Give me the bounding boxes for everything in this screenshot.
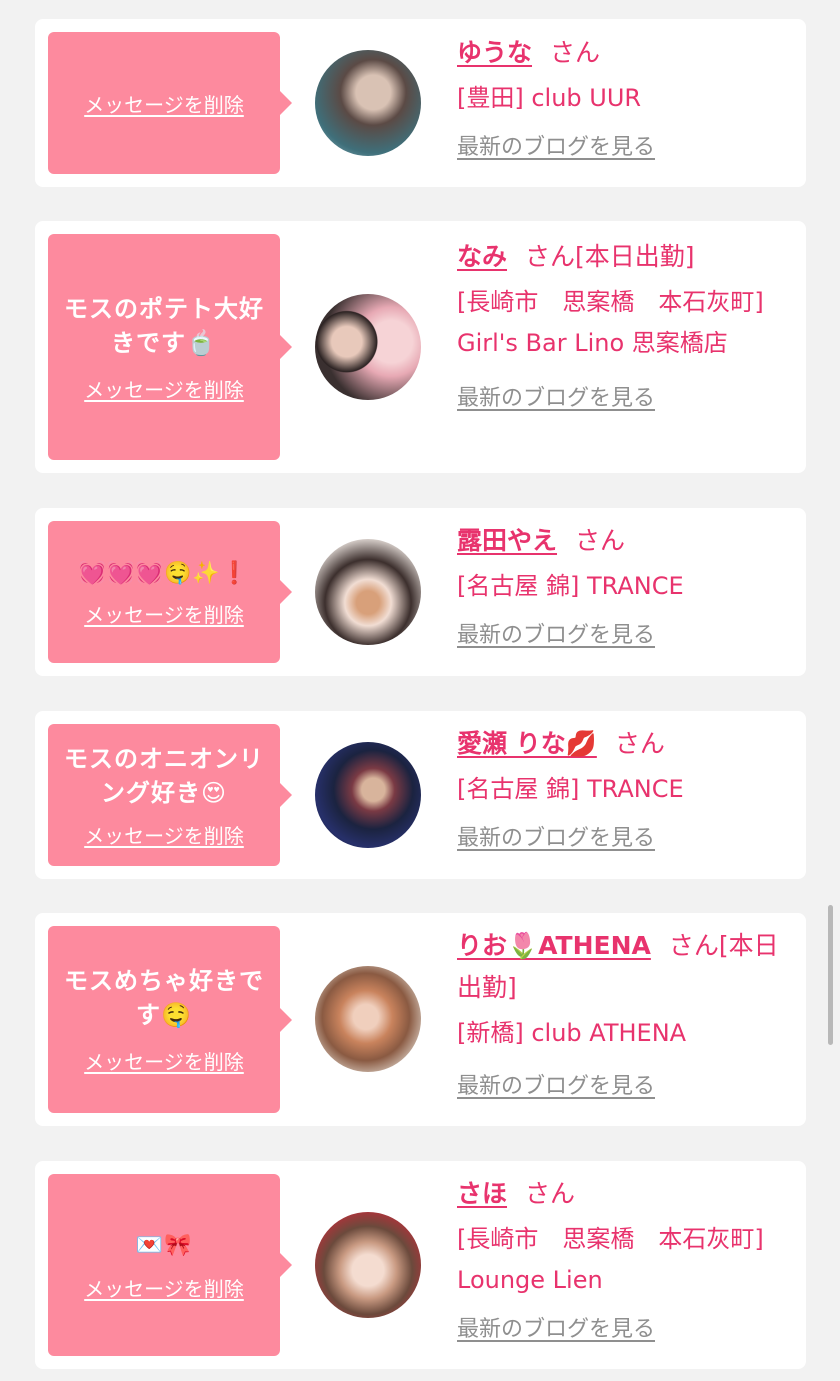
delete-message-link[interactable]: メッセージを削除 bbox=[84, 1046, 244, 1075]
avatar[interactable] bbox=[315, 294, 421, 400]
latest-blog-link[interactable]: 最新のブログを見る bbox=[457, 380, 655, 412]
delete-message-link[interactable]: メッセージを削除 bbox=[84, 820, 244, 849]
favorite-card: モスめちゃ好きです🤤 メッセージを削除 りお🌷ATHENA さん[本日出勤] [新… bbox=[35, 913, 806, 1126]
cast-name-link[interactable]: 愛瀬 りな💋 bbox=[457, 729, 597, 758]
shop-name: [長崎市 思案橋 本石灰町] Lounge Lien bbox=[457, 1225, 764, 1294]
avatar[interactable] bbox=[315, 742, 421, 848]
cast-name-link[interactable]: 露田やえ bbox=[457, 526, 557, 555]
avatar[interactable] bbox=[315, 966, 421, 1072]
honorific: さん bbox=[614, 729, 665, 758]
honorific: さん bbox=[525, 242, 576, 271]
shop-name: [新橋] club ATHENA bbox=[457, 1019, 687, 1047]
cast-name-link[interactable]: さほ bbox=[457, 1179, 507, 1208]
shop-name: [長崎市 思案橋 本石灰町] Girl's Bar Lino 思案橋店 bbox=[457, 288, 764, 357]
message-bubble: メッセージを削除 bbox=[48, 32, 292, 174]
cast-info: ゆうな さん [豊田] club UUR 最新のブログを見る bbox=[457, 32, 787, 161]
message-text: モスのポテト大好きです🍵 bbox=[64, 294, 264, 357]
message-bubble: 💓💓💓🤤✨❗ メッセージを削除 bbox=[48, 521, 292, 663]
favorite-card: 💓💓💓🤤✨❗ メッセージを削除 露田やえ さん [名古屋 錦] TRANCE 最新… bbox=[35, 508, 806, 676]
cast-info: 露田やえ さん [名古屋 錦] TRANCE 最新のブログを見る bbox=[457, 520, 787, 649]
latest-blog-link[interactable]: 最新のブログを見る bbox=[457, 820, 655, 852]
message-bubble: 💌🎀 メッセージを削除 bbox=[48, 1174, 292, 1356]
delete-message-link[interactable]: メッセージを削除 bbox=[84, 89, 244, 118]
message-text: モスのオニオンリング好き😍 bbox=[64, 744, 264, 807]
honorific: さん bbox=[550, 38, 601, 67]
message-text: 💓💓💓🤤✨❗ bbox=[78, 560, 250, 586]
attendance-status: [本日出勤] bbox=[575, 242, 695, 271]
shop-name: [名古屋 錦] TRANCE bbox=[457, 775, 684, 803]
favorite-card: 💌🎀 メッセージを削除 さほ さん [長崎市 思案橋 本石灰町] Lounge L… bbox=[35, 1161, 806, 1369]
message-text: モスめちゃ好きです🤤 bbox=[64, 967, 264, 1029]
favorite-card: モスのポテト大好きです🍵 メッセージを削除 なみ さん[本日出勤] [長崎市 思案… bbox=[35, 221, 806, 473]
shop-name: [名古屋 錦] TRANCE bbox=[457, 572, 684, 600]
latest-blog-link[interactable]: 最新のブログを見る bbox=[457, 1068, 655, 1100]
delete-message-link[interactable]: メッセージを削除 bbox=[84, 1273, 244, 1302]
message-text: 💌🎀 bbox=[135, 1232, 193, 1258]
delete-message-link[interactable]: メッセージを削除 bbox=[84, 599, 244, 628]
favorite-card: メッセージを削除 ゆうな さん [豊田] club UUR 最新のブログを見る bbox=[35, 19, 806, 187]
cast-info: りお🌷ATHENA さん[本日出勤] [新橋] club ATHENA 最新のブロ… bbox=[457, 925, 787, 1100]
delete-message-link[interactable]: メッセージを削除 bbox=[84, 374, 244, 403]
cast-info: さほ さん [長崎市 思案橋 本石灰町] Lounge Lien 最新のブログを見… bbox=[457, 1173, 787, 1343]
cast-info: 愛瀬 りな💋 さん [名古屋 錦] TRANCE 最新のブログを見る bbox=[457, 723, 787, 852]
cast-name-link[interactable]: なみ bbox=[457, 242, 507, 271]
message-bubble: モスのオニオンリング好き😍 メッセージを削除 bbox=[48, 724, 292, 866]
favorite-card: モスのオニオンリング好き😍 メッセージを削除 愛瀬 りな💋 さん [名古屋 錦] … bbox=[35, 711, 806, 879]
cast-name-link[interactable]: りお🌷ATHENA bbox=[457, 931, 651, 960]
avatar[interactable] bbox=[315, 50, 421, 156]
message-bubble: モスめちゃ好きです🤤 メッセージを削除 bbox=[48, 926, 292, 1113]
honorific: さん bbox=[668, 931, 719, 960]
latest-blog-link[interactable]: 最新のブログを見る bbox=[457, 617, 655, 649]
scrollbar[interactable] bbox=[828, 905, 833, 1045]
cast-name-link[interactable]: ゆうな bbox=[457, 38, 532, 67]
latest-blog-link[interactable]: 最新のブログを見る bbox=[457, 129, 655, 161]
message-bubble: モスのポテト大好きです🍵 メッセージを削除 bbox=[48, 234, 292, 460]
latest-blog-link[interactable]: 最新のブログを見る bbox=[457, 1311, 655, 1343]
honorific: さん bbox=[575, 526, 626, 555]
shop-name: [豊田] club UUR bbox=[457, 84, 642, 112]
honorific: さん bbox=[525, 1179, 576, 1208]
cast-info: なみ さん[本日出勤] [長崎市 思案橋 本石灰町] Girl's Bar Lin… bbox=[457, 236, 787, 412]
avatar[interactable] bbox=[315, 1212, 421, 1318]
avatar[interactable] bbox=[315, 539, 421, 645]
